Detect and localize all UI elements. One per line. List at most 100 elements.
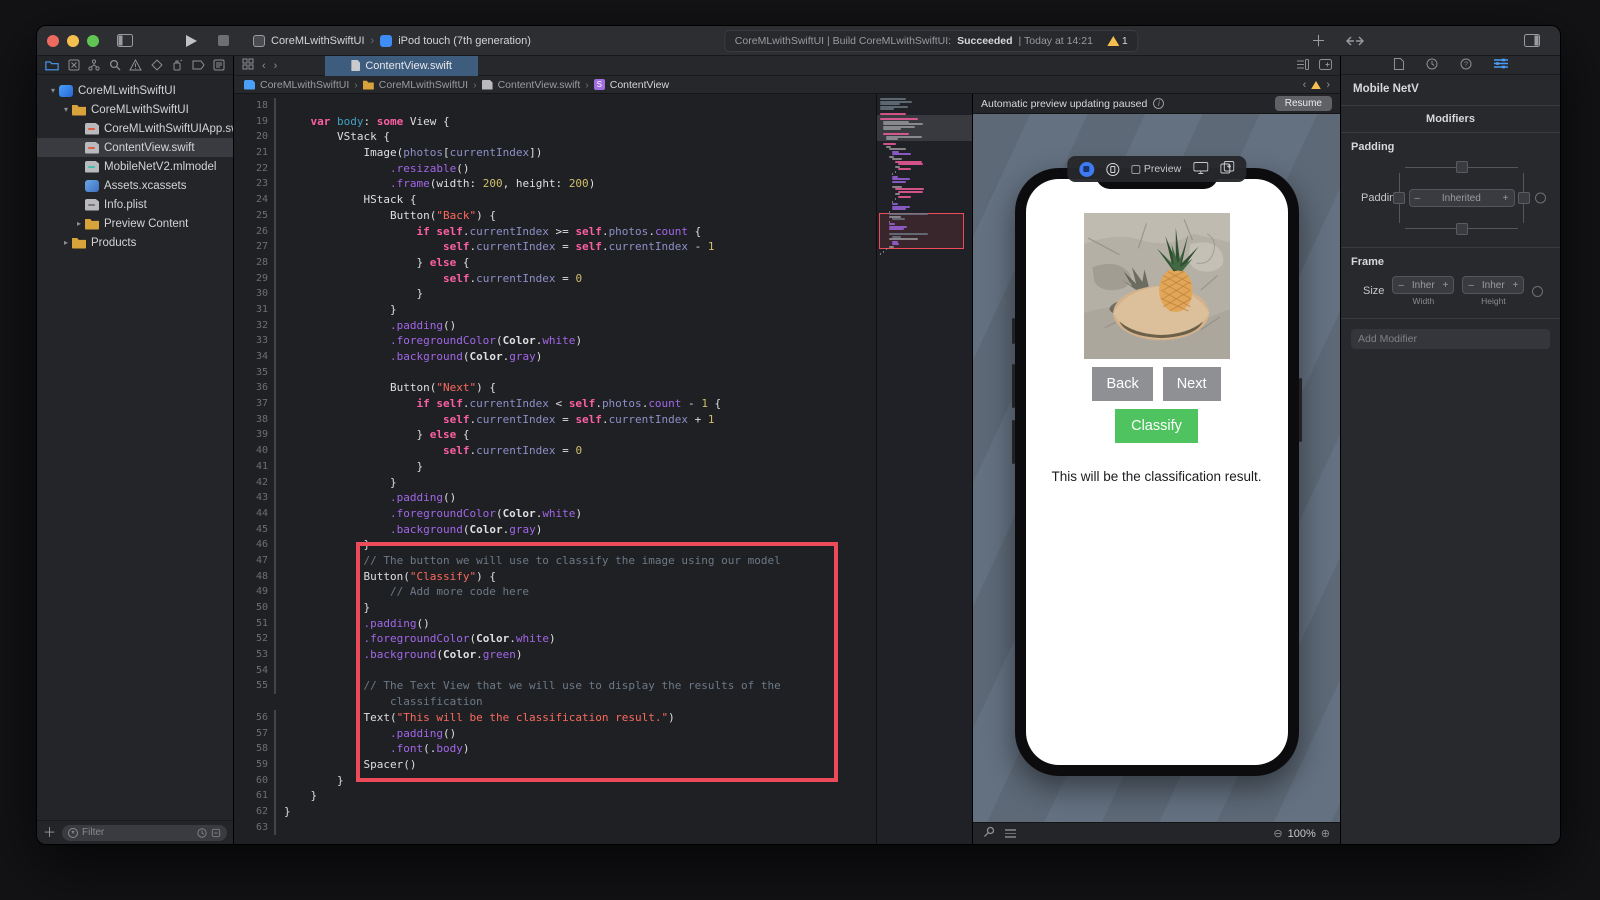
add-editor-icon[interactable] — [1319, 57, 1332, 75]
next-issue-button[interactable]: › — [1326, 79, 1330, 91]
code-line[interactable]: 34 .background(Color.gray) — [234, 349, 876, 365]
padding-option-circle[interactable] — [1535, 192, 1546, 204]
code-line[interactable]: 31 } — [234, 301, 876, 318]
padding-bottom-toggle[interactable] — [1455, 223, 1468, 235]
file-tree-item[interactable]: ▸ Products — [37, 233, 233, 252]
disclosure-triangle-icon[interactable]: ▸ — [60, 238, 72, 247]
padding-top-toggle[interactable] — [1455, 161, 1468, 173]
code-line[interactable]: 37 if self.currentIndex < self.photos.co… — [234, 396, 876, 412]
file-tree-item[interactable]: ▾ CoreMLwithSwiftUI — [37, 81, 233, 100]
width-increment[interactable]: + — [1443, 280, 1449, 291]
code-line[interactable]: 22 .resizable() — [234, 160, 876, 177]
symbol-navigator-icon[interactable] — [88, 59, 100, 71]
code-line[interactable]: 51 .padding() — [234, 615, 876, 632]
adjust-editor-icon[interactable] — [1296, 57, 1309, 75]
code-line[interactable]: 20 VStack { — [234, 129, 876, 146]
filter-field[interactable]: ▾ Filter — [62, 824, 227, 841]
code-line[interactable]: 62} — [234, 803, 876, 820]
code-line[interactable]: 45 .background(Color.gray) — [234, 521, 876, 538]
code-line[interactable]: 48 Button("Classify") { — [234, 568, 876, 585]
duplicate-preview-icon[interactable] — [1220, 161, 1235, 177]
toggle-navigator-icon[interactable] — [117, 34, 133, 47]
add-editor-plus-icon[interactable]: ＋ — [1311, 30, 1326, 51]
code-line[interactable]: 53 .background(Color.green) — [234, 647, 876, 663]
code-line[interactable]: 42 } — [234, 474, 876, 491]
recent-files-icon[interactable] — [197, 827, 207, 838]
zoom-in-icon[interactable]: ⊕ — [1321, 827, 1330, 840]
code-line[interactable]: 52 .foregroundColor(Color.white) — [234, 631, 876, 648]
prev-issue-button[interactable]: ‹ — [1303, 79, 1307, 91]
frame-option-circle[interactable] — [1532, 285, 1544, 297]
code-line[interactable]: 35 — [234, 364, 876, 381]
info-icon[interactable]: i — [1153, 98, 1165, 109]
code-line[interactable]: 58 .font(.body) — [234, 741, 876, 757]
file-tree-item[interactable]: CoreMLwithSwiftUIApp.swift — [37, 119, 233, 138]
stepper-increment[interactable]: + — [1503, 193, 1509, 204]
help-inspector-icon[interactable]: ? — [1460, 58, 1472, 73]
disclosure-triangle-icon[interactable]: ▾ — [60, 105, 72, 114]
disclosure-triangle-icon[interactable]: ▸ — [73, 219, 85, 228]
minimize-window-button[interactable] — [67, 34, 79, 47]
crumb-file[interactable]: ContentView.swift — [498, 79, 581, 91]
padding-right-toggle[interactable] — [1518, 192, 1530, 204]
back-button[interactable]: Back — [1092, 367, 1153, 401]
code-line[interactable]: 61 } — [234, 788, 876, 804]
file-tree-item[interactable]: ContentView.swift — [37, 138, 233, 157]
on-device-preview-icon[interactable] — [1193, 161, 1209, 177]
stepper-decrement[interactable]: – — [1415, 193, 1421, 204]
toggle-inspector-icon[interactable] — [1524, 34, 1540, 47]
file-tree-item[interactable]: Info.plist — [37, 195, 233, 214]
crumb-project[interactable]: CoreMLwithSwiftUI — [260, 79, 349, 91]
preview-mode-label[interactable]: Preview — [1130, 163, 1181, 175]
next-button[interactable]: Next — [1162, 367, 1221, 401]
source-control-nav-icon[interactable] — [68, 59, 80, 71]
height-decrement[interactable]: – — [1468, 280, 1474, 291]
back-history-button[interactable]: ‹ — [262, 60, 266, 72]
classify-button[interactable]: Classify — [1115, 409, 1198, 443]
code-line[interactable]: 44 .foregroundColor(Color.white) — [234, 505, 876, 522]
forward-history-button[interactable]: › — [274, 60, 278, 72]
code-line[interactable]: 60 } — [234, 772, 876, 789]
width-stepper[interactable]: – Inher + — [1392, 276, 1455, 294]
run-button[interactable] — [185, 34, 198, 48]
breakpoint-navigator-icon[interactable] — [192, 59, 205, 71]
code-line[interactable]: 54 — [234, 662, 876, 679]
code-line[interactable]: 38 self.currentIndex = self.currentIndex… — [234, 411, 876, 428]
live-preview-button[interactable] — [1078, 161, 1094, 177]
project-navigator-icon[interactable] — [45, 59, 59, 71]
test-navigator-icon[interactable] — [150, 59, 163, 71]
crumb-symbol[interactable]: ContentView — [610, 79, 669, 91]
code-line[interactable]: 39 } else { — [234, 427, 876, 444]
code-line[interactable]: 28 } else { — [234, 254, 876, 271]
file-inspector-icon[interactable] — [1393, 57, 1404, 73]
file-tree-item[interactable]: Assets.xcassets — [37, 176, 233, 195]
issue-navigator-icon[interactable] — [129, 59, 142, 71]
code-line[interactable]: 47 // The button we will use to classify… — [234, 552, 876, 569]
add-file-button[interactable]: ＋ — [43, 826, 56, 839]
file-tree-item[interactable]: ▸ Preview Content — [37, 214, 233, 233]
code-line[interactable]: 33 .foregroundColor(Color.white) — [234, 333, 876, 349]
code-line[interactable]: 30 } — [234, 286, 876, 302]
code-line[interactable]: classification — [234, 694, 876, 710]
code-line[interactable]: 41 } — [234, 458, 876, 475]
code-line[interactable]: 26 if self.currentIndex >= self.photos.c… — [234, 223, 876, 240]
editor-minimap[interactable] — [876, 94, 972, 844]
preview-list-icon[interactable] — [1005, 829, 1016, 838]
disclosure-triangle-icon[interactable]: ▾ — [47, 86, 59, 95]
code-line[interactable]: 43 .padding() — [234, 490, 876, 506]
height-increment[interactable]: + — [1513, 280, 1519, 291]
tab-contentview[interactable]: ContentView.swift — [325, 55, 478, 76]
code-line[interactable]: 19 var body: some View { — [234, 113, 876, 130]
device-preview-button[interactable] — [1105, 162, 1119, 176]
stop-button[interactable] — [218, 35, 229, 46]
file-tree-item[interactable]: ▾ CoreMLwithSwiftUI — [37, 100, 233, 119]
code-line[interactable]: 24 HStack { — [234, 192, 876, 208]
code-line[interactable]: 40 self.currentIndex = 0 — [234, 443, 876, 459]
zoom-window-button[interactable] — [87, 34, 99, 47]
code-line[interactable]: 56 Text("This will be the classification… — [234, 709, 876, 726]
add-modifier-field[interactable]: Add Modifier — [1351, 329, 1550, 349]
report-navigator-icon[interactable] — [213, 59, 225, 71]
pin-preview-icon[interactable] — [983, 826, 995, 841]
code-line[interactable]: 57 .padding() — [234, 725, 876, 742]
code-line[interactable]: 27 self.currentIndex = self.currentIndex… — [234, 239, 876, 255]
